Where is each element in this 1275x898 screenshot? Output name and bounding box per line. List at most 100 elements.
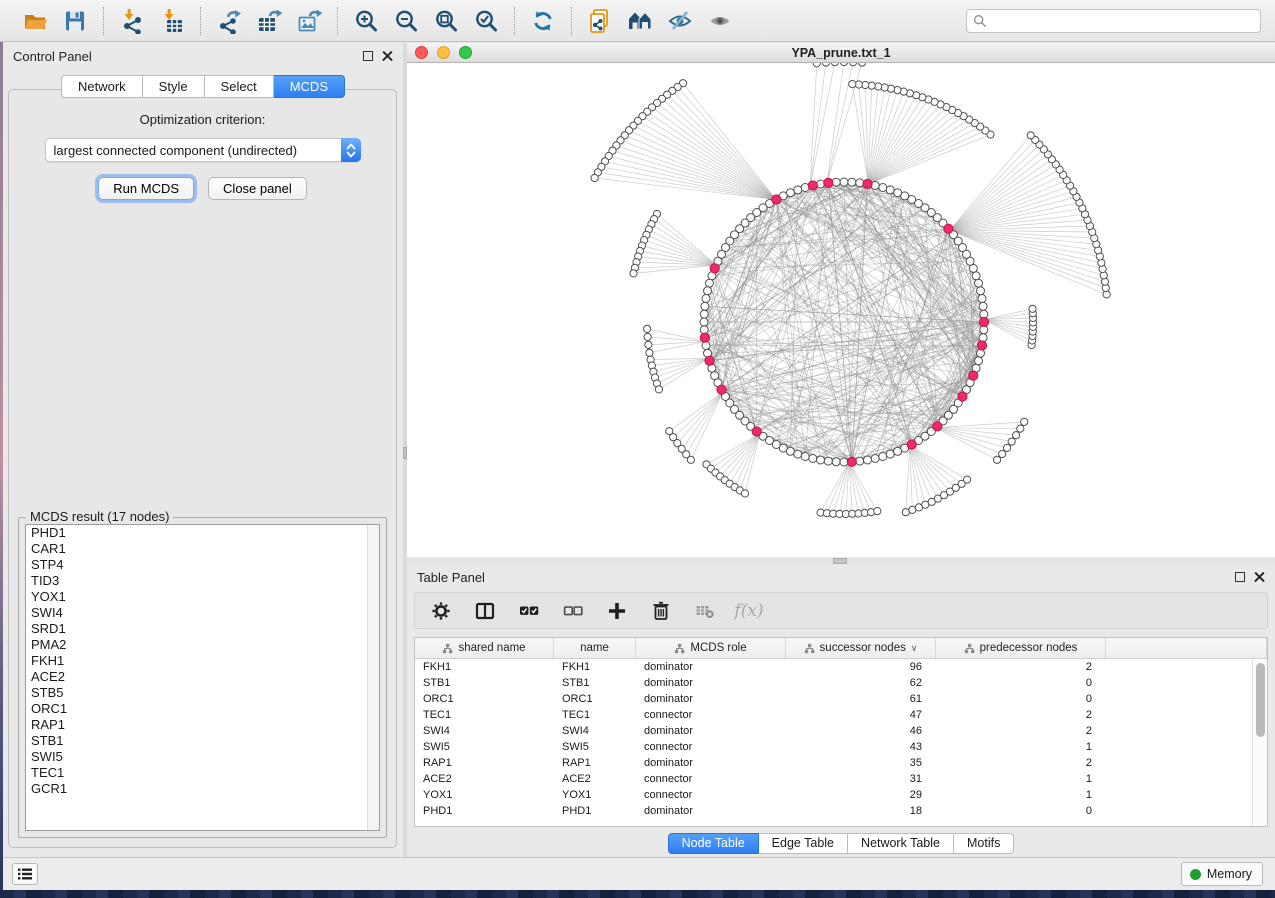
mcds-node[interactable]	[705, 356, 714, 365]
network-node[interactable]	[856, 179, 864, 187]
network-node[interactable]	[879, 184, 887, 192]
split-panel-button[interactable]	[473, 599, 497, 623]
table-row[interactable]: ACE2ACE2connector311	[415, 771, 1267, 787]
mcds-node[interactable]	[863, 179, 872, 188]
mcds-result-item[interactable]: FKH1	[26, 653, 379, 669]
mcds-result-item[interactable]: STP4	[26, 557, 379, 573]
cell-shared-name[interactable]: PHD1	[415, 803, 554, 819]
network-node[interactable]	[644, 333, 651, 340]
network-node[interactable]	[856, 457, 864, 465]
zoom-in-button[interactable]	[349, 5, 383, 37]
network-node[interactable]	[809, 455, 817, 463]
table-row[interactable]: STB1STB1dominator620	[415, 675, 1267, 691]
network-node[interactable]	[871, 455, 879, 463]
network-node[interactable]	[704, 287, 712, 295]
network-node[interactable]	[849, 81, 856, 88]
mcds-result-item[interactable]: ACE2	[26, 669, 379, 685]
tab-network[interactable]: Network	[61, 75, 143, 98]
network-node[interactable]	[978, 295, 986, 303]
network-node[interactable]	[645, 341, 652, 348]
save-session-button[interactable]	[58, 5, 92, 37]
gear-button[interactable]	[429, 599, 453, 623]
mcds-result-item[interactable]: PMA2	[26, 637, 379, 653]
cell-predecessor-nodes[interactable]: 1	[936, 787, 1106, 803]
cell-name[interactable]: STB1	[554, 675, 636, 691]
cell-successor-nodes[interactable]: 35	[786, 755, 936, 771]
refresh-layout-button[interactable]	[526, 5, 560, 37]
cell-MCDS-role[interactable]: dominator	[636, 659, 786, 675]
float-panel-icon[interactable]	[363, 51, 373, 61]
mcds-result-item[interactable]: TID3	[26, 573, 379, 589]
mcds-node[interactable]	[958, 392, 967, 401]
cell-successor-nodes[interactable]: 31	[786, 771, 936, 787]
cell-MCDS-role[interactable]: dominator	[636, 675, 786, 691]
column-header-name[interactable]: name	[554, 638, 636, 658]
network-node[interactable]	[813, 63, 820, 67]
optimization-criterion-dropdown[interactable]: largest connected component (undirected)	[45, 138, 361, 162]
cell-name[interactable]: TEC1	[554, 707, 636, 723]
cell-successor-nodes[interactable]: 47	[786, 707, 936, 723]
mcds-node[interactable]	[710, 264, 719, 273]
close-panel-icon[interactable]	[382, 51, 393, 62]
cell-predecessor-nodes[interactable]: 1	[936, 739, 1106, 755]
cell-name[interactable]: ORC1	[554, 691, 636, 707]
mcds-result-item[interactable]: SRD1	[26, 621, 379, 637]
mcds-result-list[interactable]: PHD1CAR1STP4TID3YOX1SWI4SRD1PMA2FKH1ACE2…	[25, 524, 380, 831]
mcds-result-item[interactable]: YOX1	[26, 589, 379, 605]
column-header-MCDS-role[interactable]: MCDS role	[636, 638, 786, 658]
new-network-from-selection-button[interactable]	[583, 5, 617, 37]
network-node[interactable]	[630, 270, 637, 277]
close-table-panel-icon[interactable]	[1254, 572, 1265, 583]
table-row[interactable]: ORC1ORC1dominator610	[415, 691, 1267, 707]
cell-successor-nodes[interactable]: 29	[786, 787, 936, 803]
network-node[interactable]	[786, 447, 794, 455]
network-node[interactable]	[972, 272, 980, 280]
hide-selected-button[interactable]	[663, 5, 697, 37]
network-node[interactable]	[700, 318, 708, 326]
add-column-button[interactable]	[605, 599, 629, 623]
column-header-shared-name[interactable]: shared name	[415, 638, 554, 658]
mcds-node[interactable]	[700, 333, 709, 342]
cell-predecessor-nodes[interactable]: 0	[936, 691, 1106, 707]
column-header-successor-nodes[interactable]: successor nodes∨	[786, 638, 936, 658]
network-node[interactable]	[874, 508, 881, 515]
cell-predecessor-nodes[interactable]: 1	[936, 771, 1106, 787]
network-node[interactable]	[706, 279, 714, 287]
export-network-button[interactable]	[212, 5, 246, 37]
cell-name[interactable]: RAP1	[554, 755, 636, 771]
network-node[interactable]	[655, 386, 662, 393]
cell-name[interactable]: SWI4	[554, 723, 636, 739]
mcds-node[interactable]	[969, 371, 978, 380]
network-node[interactable]	[979, 334, 987, 342]
mcds-result-item[interactable]: TEC1	[26, 765, 379, 781]
mcds-node[interactable]	[824, 178, 833, 187]
memory-button[interactable]: Memory	[1181, 862, 1263, 886]
network-node[interactable]	[840, 178, 848, 186]
mcds-node[interactable]	[977, 341, 986, 350]
tab-edge-table[interactable]: Edge Table	[759, 833, 848, 854]
delete-column-button[interactable]	[649, 599, 673, 623]
mcds-result-item[interactable]: CAR1	[26, 541, 379, 557]
network-node[interactable]	[894, 189, 902, 197]
cell-MCDS-role[interactable]: connector	[636, 771, 786, 787]
cell-MCDS-role[interactable]: connector	[636, 707, 786, 723]
cell-shared-name[interactable]: SWI4	[415, 723, 554, 739]
network-node[interactable]	[850, 63, 857, 66]
network-node[interactable]	[646, 349, 653, 356]
cell-successor-nodes[interactable]: 43	[786, 739, 936, 755]
mcds-result-item[interactable]: ORC1	[26, 701, 379, 717]
network-node[interactable]	[964, 476, 971, 483]
network-node[interactable]	[879, 453, 887, 461]
cell-predecessor-nodes[interactable]: 2	[936, 659, 1106, 675]
network-node[interactable]	[994, 456, 1001, 463]
first-neighbors-button[interactable]	[623, 5, 657, 37]
task-history-button[interactable]	[12, 863, 38, 885]
network-node[interactable]	[794, 450, 802, 458]
cell-shared-name[interactable]: RAP1	[415, 755, 554, 771]
network-node[interactable]	[848, 178, 856, 186]
cell-MCDS-role[interactable]: dominator	[636, 691, 786, 707]
mcds-result-item[interactable]: STB1	[26, 733, 379, 749]
cell-shared-name[interactable]: TEC1	[415, 707, 554, 723]
cell-shared-name[interactable]: FKH1	[415, 659, 554, 675]
mcds-result-item[interactable]: GCR1	[26, 781, 379, 797]
